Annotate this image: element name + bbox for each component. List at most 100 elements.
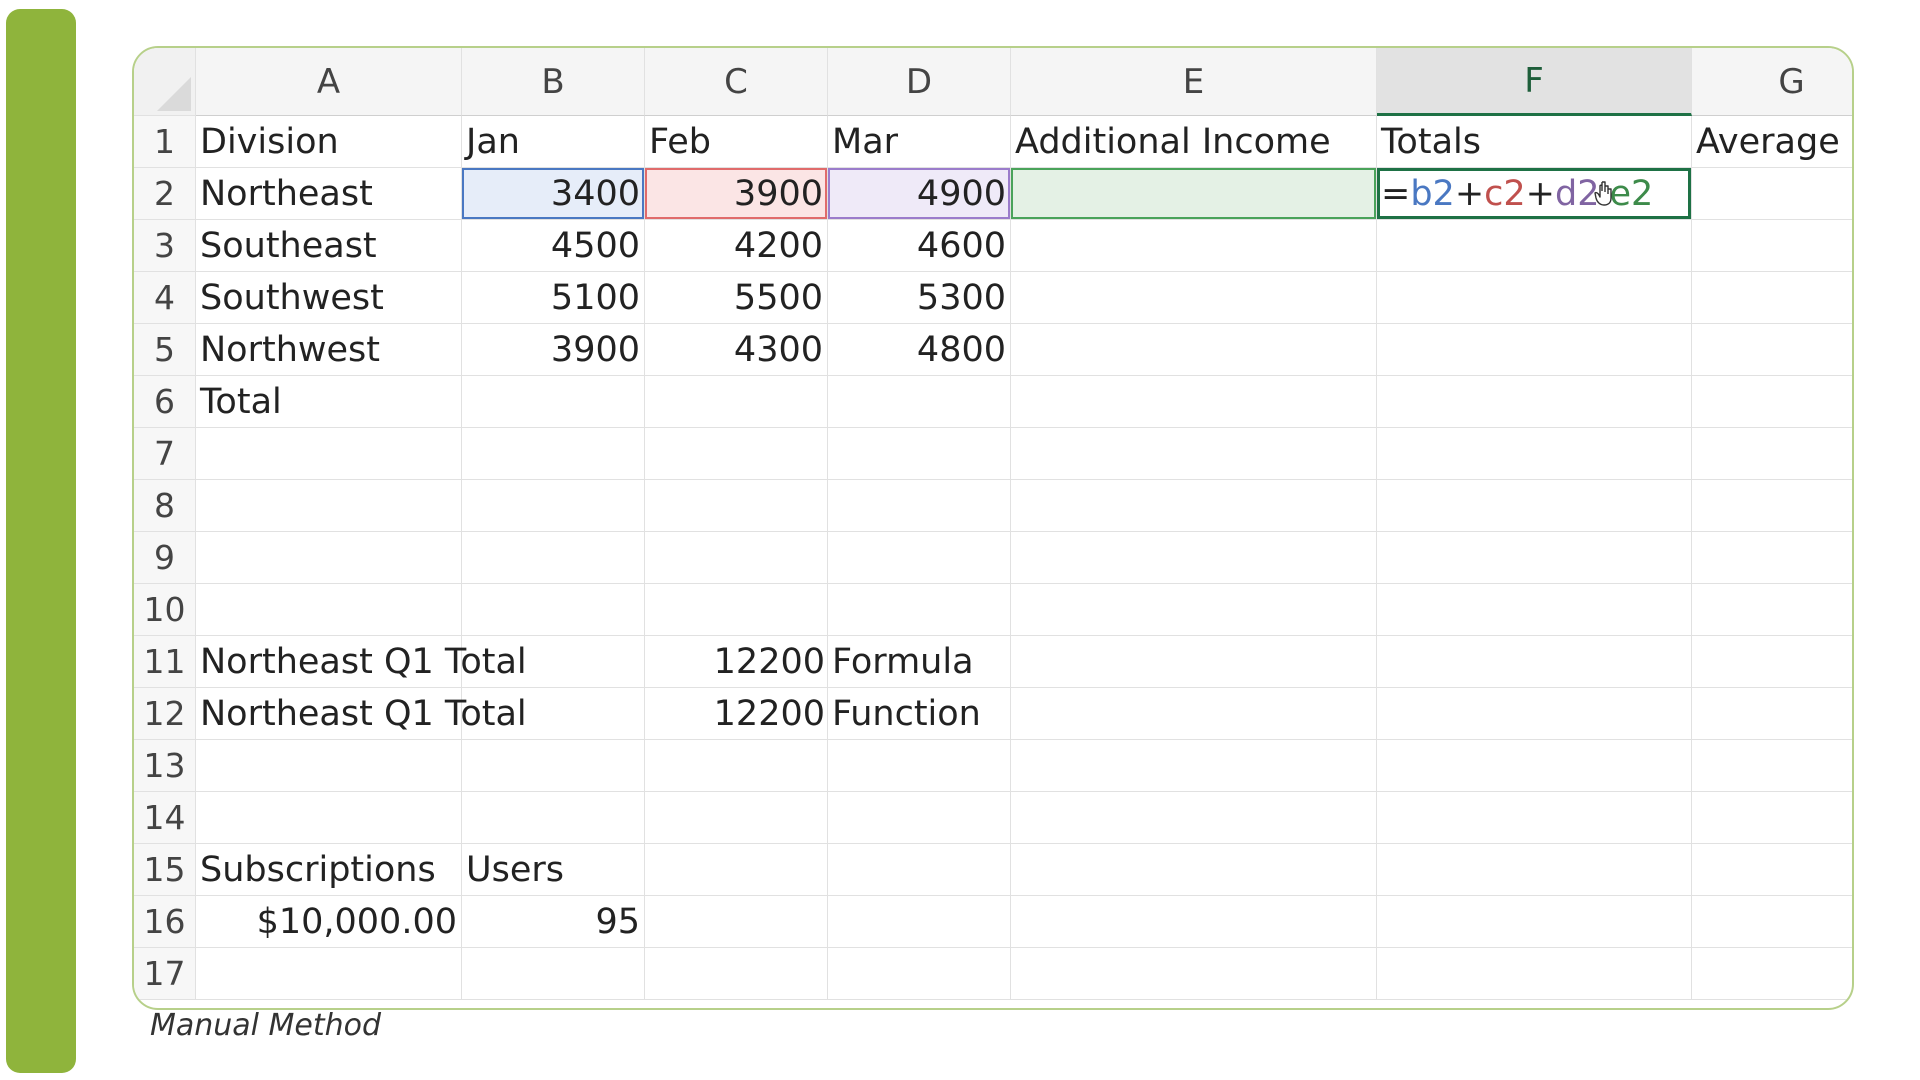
cell-a2[interactable]: Northeast: [196, 168, 462, 220]
cell-b12[interactable]: [462, 688, 645, 740]
column-header-g[interactable]: G: [1692, 48, 1852, 116]
empty-cell[interactable]: [196, 740, 462, 792]
empty-cell[interactable]: [828, 584, 1011, 636]
cell-d5[interactable]: 4800: [828, 324, 1011, 376]
row-header-14[interactable]: 14: [134, 792, 196, 844]
cell-c6[interactable]: [645, 376, 828, 428]
cell-a15[interactable]: Subscriptions: [196, 844, 462, 896]
empty-cell[interactable]: [1011, 948, 1377, 1000]
empty-cell[interactable]: [645, 428, 828, 480]
cell-a4[interactable]: Southwest: [196, 272, 462, 324]
empty-cell[interactable]: [1692, 740, 1852, 792]
cell-e11[interactable]: [1011, 636, 1377, 688]
row-header-10[interactable]: 10: [134, 584, 196, 636]
empty-cell[interactable]: [1377, 948, 1692, 1000]
cell-e2[interactable]: [1011, 168, 1377, 220]
row-header-3[interactable]: 3: [134, 220, 196, 272]
empty-cell[interactable]: [1011, 740, 1377, 792]
cell-b1[interactable]: Jan: [462, 116, 645, 168]
empty-cell[interactable]: [828, 428, 1011, 480]
empty-cell[interactable]: [1692, 532, 1852, 584]
cell-c11[interactable]: 12200: [645, 636, 828, 688]
cell-e4[interactable]: [1011, 272, 1377, 324]
empty-cell[interactable]: [645, 792, 828, 844]
cell-c1[interactable]: Feb: [645, 116, 828, 168]
cell-b11[interactable]: [462, 636, 645, 688]
empty-cell[interactable]: [196, 792, 462, 844]
column-header-e[interactable]: E: [1011, 48, 1377, 116]
cell-a3[interactable]: Southeast: [196, 220, 462, 272]
cell-a5[interactable]: Northwest: [196, 324, 462, 376]
cell-b6[interactable]: [462, 376, 645, 428]
cell-f6[interactable]: [1377, 376, 1692, 428]
cell-d11[interactable]: Formula: [828, 636, 1011, 688]
cell-b15[interactable]: Users: [462, 844, 645, 896]
empty-cell[interactable]: [828, 792, 1011, 844]
empty-cell[interactable]: [645, 740, 828, 792]
select-all-corner[interactable]: [134, 48, 196, 116]
cell-f3[interactable]: [1377, 220, 1692, 272]
cell-f2-formula-editor[interactable]: = b2 + c2 + d2 e2: [1377, 168, 1692, 220]
empty-cell[interactable]: [1692, 948, 1852, 1000]
cell-g16[interactable]: [1692, 896, 1852, 948]
empty-cell[interactable]: [1377, 792, 1692, 844]
cell-g5[interactable]: [1692, 324, 1852, 376]
empty-cell[interactable]: [1692, 480, 1852, 532]
empty-cell[interactable]: [1011, 480, 1377, 532]
row-header-16[interactable]: 16: [134, 896, 196, 948]
column-header-b[interactable]: B: [462, 48, 645, 116]
cell-g2[interactable]: [1692, 168, 1852, 220]
cell-d15[interactable]: [828, 844, 1011, 896]
empty-cell[interactable]: [462, 428, 645, 480]
empty-cell[interactable]: [1377, 428, 1692, 480]
empty-cell[interactable]: [828, 532, 1011, 584]
empty-cell[interactable]: [1377, 740, 1692, 792]
cell-g15[interactable]: [1692, 844, 1852, 896]
cell-f16[interactable]: [1377, 896, 1692, 948]
empty-cell[interactable]: [645, 532, 828, 584]
cell-g4[interactable]: [1692, 272, 1852, 324]
column-header-f[interactable]: F: [1377, 48, 1692, 116]
row-header-13[interactable]: 13: [134, 740, 196, 792]
empty-cell[interactable]: [1692, 428, 1852, 480]
row-header-7[interactable]: 7: [134, 428, 196, 480]
cell-a1[interactable]: Division: [196, 116, 462, 168]
cell-f5[interactable]: [1377, 324, 1692, 376]
cell-e3[interactable]: [1011, 220, 1377, 272]
empty-cell[interactable]: [1377, 584, 1692, 636]
cell-g12[interactable]: [1692, 688, 1852, 740]
cell-b16[interactable]: 95: [462, 896, 645, 948]
row-header-6[interactable]: 6: [134, 376, 196, 428]
cell-g1[interactable]: Average: [1692, 116, 1852, 168]
cell-f4[interactable]: [1377, 272, 1692, 324]
column-header-a[interactable]: A: [196, 48, 462, 116]
row-header-12[interactable]: 12: [134, 688, 196, 740]
row-header-2[interactable]: 2: [134, 168, 196, 220]
empty-cell[interactable]: [196, 428, 462, 480]
row-header-8[interactable]: 8: [134, 480, 196, 532]
row-header-17[interactable]: 17: [134, 948, 196, 1000]
cell-a12[interactable]: Northeast Q1 Total: [196, 688, 527, 740]
cell-c12[interactable]: 12200: [645, 688, 828, 740]
cell-e16[interactable]: [1011, 896, 1377, 948]
cell-g6[interactable]: [1692, 376, 1852, 428]
empty-cell[interactable]: [1011, 584, 1377, 636]
empty-cell[interactable]: [645, 948, 828, 1000]
row-header-11[interactable]: 11: [134, 636, 196, 688]
empty-cell[interactable]: [462, 740, 645, 792]
cell-g3[interactable]: [1692, 220, 1852, 272]
empty-cell[interactable]: [462, 480, 645, 532]
cell-d1[interactable]: Mar: [828, 116, 1011, 168]
empty-cell[interactable]: [828, 948, 1011, 1000]
empty-cell[interactable]: [1011, 792, 1377, 844]
empty-cell[interactable]: [1377, 532, 1692, 584]
empty-cell[interactable]: [196, 532, 462, 584]
row-header-9[interactable]: 9: [134, 532, 196, 584]
cell-d4[interactable]: 5300: [828, 272, 1011, 324]
cell-e12[interactable]: [1011, 688, 1377, 740]
row-header-1[interactable]: 1: [134, 116, 196, 168]
cell-c16[interactable]: [645, 896, 828, 948]
cell-a6[interactable]: Total: [196, 376, 462, 428]
cell-d6[interactable]: [828, 376, 1011, 428]
row-header-5[interactable]: 5: [134, 324, 196, 376]
